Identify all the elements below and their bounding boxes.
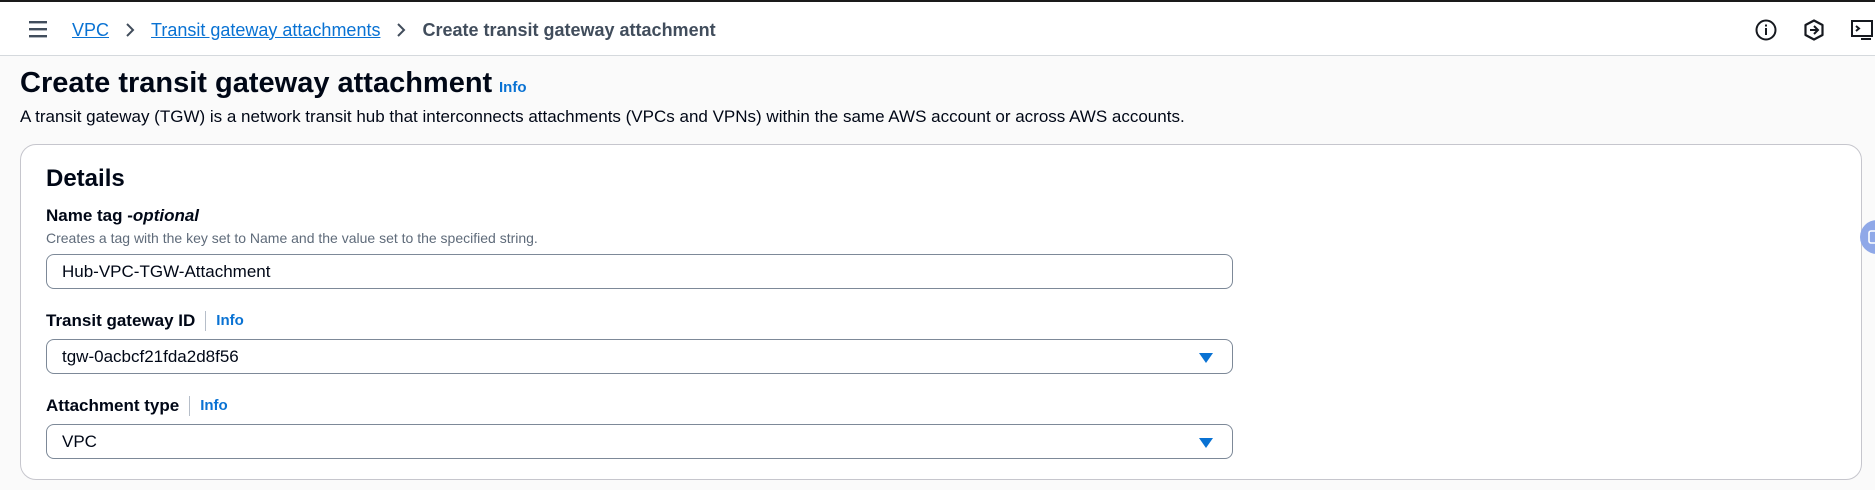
- side-assistant-tab-icon[interactable]: [1860, 220, 1875, 254]
- breadcrumb: VPC Transit gateway attachments Create t…: [72, 17, 716, 43]
- attachment-type-selected-value: VPC: [62, 432, 97, 451]
- info-circle-icon[interactable]: [1754, 18, 1778, 42]
- breadcrumb-current-page: Create transit gateway attachment: [422, 19, 716, 40]
- name-tag-label-text: Name tag -: [46, 206, 133, 225]
- name-tag-optional-text: optional: [132, 206, 200, 225]
- chevron-right-icon: [390, 22, 412, 38]
- hamburger-menu-icon[interactable]: [26, 17, 52, 41]
- details-heading: Details: [46, 165, 125, 192]
- caret-down-icon: [1198, 436, 1214, 448]
- transit-gateway-id-label-text: Transit gateway ID: [46, 311, 196, 330]
- page-title: Create transit gateway attachment: [20, 67, 493, 99]
- breadcrumb-attachments-link[interactable]: Transit gateway attachments: [151, 20, 380, 41]
- cloudshell-icon[interactable]: [1850, 18, 1874, 42]
- attachment-type-select[interactable]: VPC: [46, 424, 1233, 459]
- transit-gateway-select[interactable]: tgw-0acbcf21fda2d8f56: [46, 339, 1233, 374]
- feedback-hexagon-icon[interactable]: [1802, 18, 1826, 42]
- top-navigation-bar: VPC Transit gateway attachments Create t…: [0, 0, 1875, 56]
- transit-gateway-info-link[interactable]: Info: [216, 310, 244, 332]
- chevron-right-icon: [119, 22, 141, 38]
- label-divider: [189, 396, 191, 416]
- attachment-type-label-text: Attachment type: [46, 396, 180, 415]
- page-title-info-link[interactable]: Info: [499, 79, 527, 96]
- transit-gateway-id-label: Transit gateway ID Info: [46, 310, 244, 332]
- attachment-type-info-link[interactable]: Info: [200, 395, 228, 417]
- details-panel: Details Name tag - optional Creates a ta…: [20, 144, 1862, 480]
- label-divider: [205, 311, 207, 331]
- breadcrumb-vpc-link[interactable]: VPC: [72, 20, 109, 41]
- name-tag-description: Creates a tag with the key set to Name a…: [46, 230, 538, 246]
- caret-down-icon: [1198, 351, 1214, 363]
- name-tag-label: Name tag - optional: [46, 205, 199, 227]
- attachment-type-label: Attachment type Info: [46, 395, 228, 417]
- name-tag-input[interactable]: [46, 254, 1233, 289]
- transit-gateway-selected-value: tgw-0acbcf21fda2d8f56: [62, 347, 239, 366]
- page-description: A transit gateway (TGW) is a network tra…: [20, 107, 1185, 126]
